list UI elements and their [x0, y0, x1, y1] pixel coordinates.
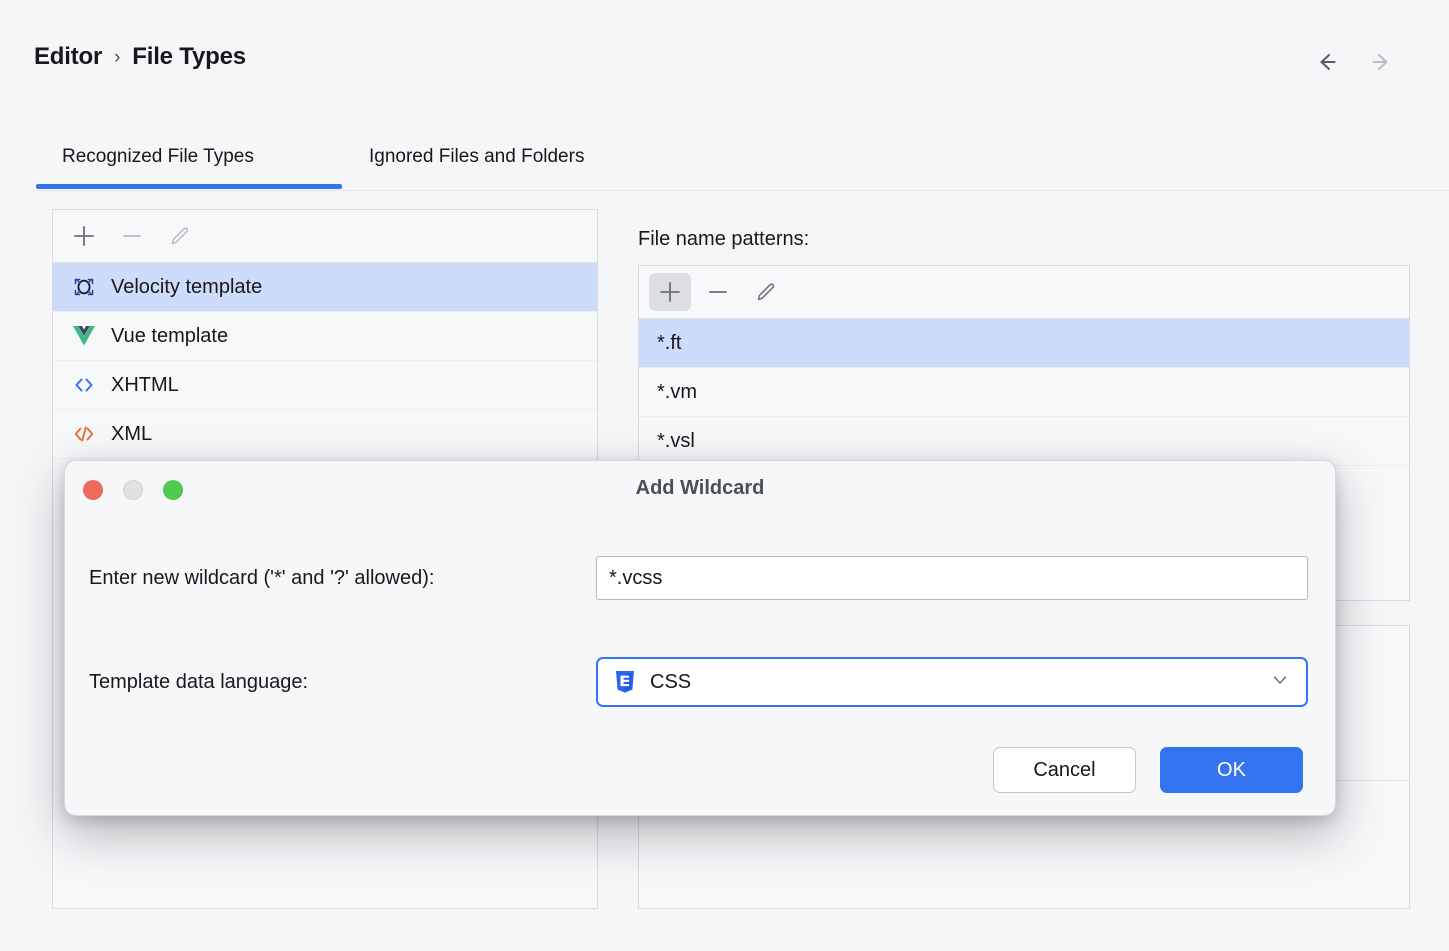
active-tab-indicator: [36, 184, 342, 189]
tab-recognized-file-types[interactable]: Recognized File Types: [36, 126, 280, 188]
css3-shield-icon: [612, 669, 638, 695]
dialog-title: Add Wildcard: [65, 477, 1335, 500]
dialog-action-buttons: Cancel OK: [993, 747, 1303, 793]
ok-button-label: OK: [1217, 759, 1246, 782]
file-types-toolbar: [53, 210, 201, 262]
patterns-list: *.ft *.vm *.vsl: [639, 319, 1409, 466]
wildcard-field-row: Enter new wildcard ('*' and '?' allowed)…: [89, 556, 1308, 600]
list-divider: [53, 458, 597, 459]
breadcrumb-current: File Types: [132, 43, 246, 71]
xml-angle-brackets-icon: [71, 421, 97, 447]
breadcrumb-root[interactable]: Editor: [34, 43, 102, 71]
edit-file-type-button[interactable]: [159, 217, 201, 255]
list-item-label: Vue template: [111, 325, 228, 348]
add-pattern-button[interactable]: [649, 273, 691, 311]
vue-icon: [71, 323, 97, 349]
arrow-right-icon[interactable]: [1365, 46, 1397, 78]
dialog-titlebar: Add Wildcard: [65, 461, 1335, 523]
template-data-language-value: CSS: [650, 671, 691, 694]
navigation-arrows: [1311, 46, 1397, 78]
arrow-left-icon[interactable]: [1311, 46, 1343, 78]
cancel-button-label: Cancel: [1033, 759, 1095, 782]
wildcard-input-value: *.vcss: [609, 567, 662, 590]
minus-icon: [119, 223, 145, 249]
breadcrumb-separator-icon: ›: [114, 47, 120, 69]
velocity-icon: [71, 274, 97, 300]
list-item-velocity-template[interactable]: Velocity template: [53, 263, 597, 311]
plus-icon: [71, 223, 97, 249]
list-item-label: *.vsl: [657, 430, 695, 453]
pencil-icon: [753, 279, 779, 305]
list-item-label: *.ft: [657, 332, 681, 355]
template-data-language-dropdown[interactable]: CSS: [596, 657, 1308, 707]
remove-file-type-button[interactable]: [111, 217, 153, 255]
settings-page: Editor › File Types Recognized File Type…: [0, 0, 1449, 951]
add-file-type-button[interactable]: [63, 217, 105, 255]
add-wildcard-dialog: Add Wildcard Enter new wildcard ('*' and…: [64, 460, 1336, 816]
list-item-vue-template[interactable]: Vue template: [53, 312, 597, 360]
minus-icon: [705, 279, 731, 305]
tab-label: Recognized File Types: [62, 146, 254, 168]
list-item-pattern-ft[interactable]: *.ft: [639, 319, 1409, 367]
list-item-label: *.vm: [657, 381, 697, 404]
list-item-xml[interactable]: XML: [53, 410, 597, 458]
edit-pattern-button[interactable]: [745, 273, 787, 311]
list-item-xhtml[interactable]: XHTML: [53, 361, 597, 409]
file-name-patterns-label: File name patterns:: [638, 228, 809, 251]
wildcard-label: Enter new wildcard ('*' and '?' allowed)…: [89, 567, 596, 590]
cancel-button[interactable]: Cancel: [993, 747, 1136, 793]
list-item-label: Velocity template: [111, 276, 262, 299]
pencil-icon: [167, 223, 193, 249]
list-item-pattern-vm[interactable]: *.vm: [639, 368, 1409, 416]
plus-icon: [657, 279, 683, 305]
language-field-row: Template data language: CSS: [89, 657, 1308, 707]
xhtml-angle-brackets-icon: [71, 372, 97, 398]
page-header: Editor › File Types: [0, 0, 1449, 108]
list-item-pattern-vsl[interactable]: *.vsl: [639, 417, 1409, 465]
wildcard-input[interactable]: *.vcss: [596, 556, 1308, 600]
tab-bar: Recognized File Types Ignored Files and …: [0, 126, 1449, 191]
tab-bar-divider: [36, 190, 1449, 191]
template-data-language-label: Template data language:: [89, 671, 596, 694]
remove-pattern-button[interactable]: [697, 273, 739, 311]
tab-label: Ignored Files and Folders: [369, 146, 584, 168]
breadcrumb: Editor › File Types: [34, 43, 246, 71]
tab-ignored-files-and-folders[interactable]: Ignored Files and Folders: [343, 126, 610, 188]
file-types-list: Velocity template Vue template: [53, 263, 597, 459]
list-item-label: XHTML: [111, 374, 179, 397]
chevron-down-icon[interactable]: [1270, 670, 1290, 695]
ok-button[interactable]: OK: [1160, 747, 1303, 793]
patterns-toolbar: [639, 266, 787, 318]
list-item-label: XML: [111, 423, 152, 446]
